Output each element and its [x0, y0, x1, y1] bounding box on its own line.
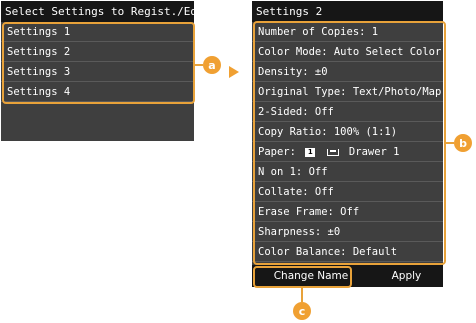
setting-erase-frame[interactable]: Erase Frame: Off	[252, 202, 443, 222]
paper-size-icon: 1	[305, 147, 316, 157]
setting-2-sided[interactable]: 2-Sided: Off	[252, 102, 443, 122]
callout-connector-a	[195, 64, 203, 66]
screen-title: Settings 2	[252, 1, 443, 22]
setting-paper[interactable]: Paper: 1 Drawer 1	[252, 142, 443, 162]
list-item-settings-1[interactable]: Settings 1	[1, 22, 194, 42]
setting-density[interactable]: Density: ±0	[252, 62, 443, 82]
setting-number-of-copies[interactable]: Number of Copies: 1	[252, 22, 443, 42]
change-name-button[interactable]: Change Name	[266, 268, 357, 284]
setting-copy-ratio[interactable]: Copy Ratio: 100% (1:1)	[252, 122, 443, 142]
setting-sharpness[interactable]: Sharpness: ±0	[252, 222, 443, 242]
paper-tray-icon	[326, 148, 339, 156]
paper-value: Drawer 1	[348, 146, 400, 158]
setting-n-on-1[interactable]: N on 1: Off	[252, 162, 443, 182]
paper-label: Paper:	[258, 146, 296, 158]
list-item-settings-4[interactable]: Settings 4	[1, 82, 194, 102]
list-item-settings-3[interactable]: Settings 3	[1, 62, 194, 82]
callout-a: a	[203, 56, 221, 74]
callout-connector-c	[301, 288, 303, 302]
list-item-settings-2[interactable]: Settings 2	[1, 42, 194, 62]
callout-b: b	[454, 134, 472, 152]
apply-button[interactable]: Apply	[384, 268, 430, 284]
callout-c: c	[293, 302, 311, 320]
setting-original-type[interactable]: Original Type: Text/Photo/Map	[252, 82, 443, 102]
bottom-action-bar: Change Name Apply	[252, 265, 443, 287]
setting-color-mode[interactable]: Color Mode: Auto Select Color	[252, 42, 443, 62]
settings-select-screen: Select Settings to Regist./Edit Settings…	[1, 1, 194, 141]
callout-connector-b	[446, 142, 454, 144]
setting-collate[interactable]: Collate: Off	[252, 182, 443, 202]
settings-detail-screen: Settings 2 Number of Copies: 1 Color Mod…	[252, 1, 443, 287]
screen-title: Select Settings to Regist./Edit	[1, 1, 194, 22]
right-arrow-icon	[229, 66, 239, 78]
setting-color-balance[interactable]: Color Balance: Default	[252, 242, 443, 262]
